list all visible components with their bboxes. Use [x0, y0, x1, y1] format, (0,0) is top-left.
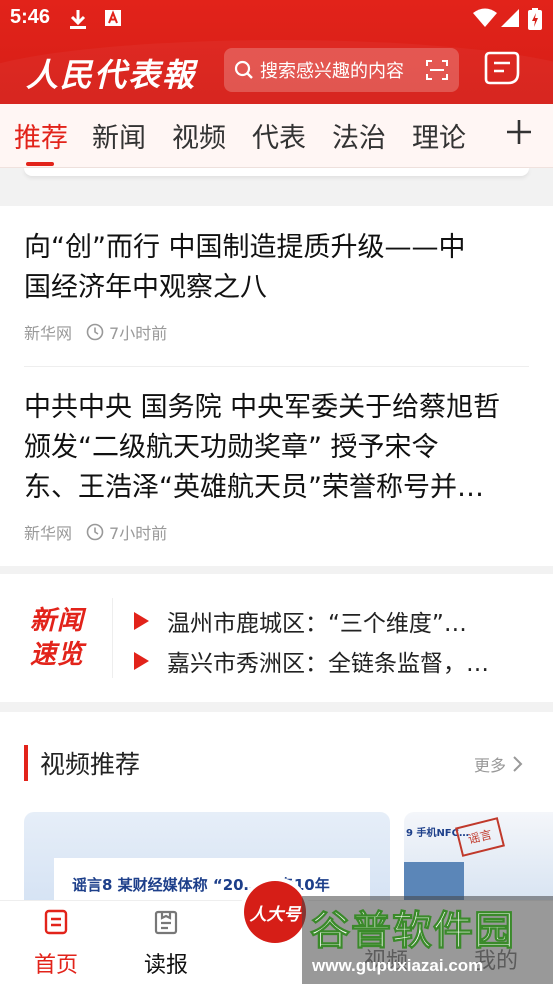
- clock-icon: [86, 323, 104, 341]
- divider: [24, 366, 529, 367]
- nav-home[interactable]: 首页: [26, 909, 86, 979]
- signal-icon: [501, 9, 519, 27]
- nav-read[interactable]: 读报: [136, 909, 196, 979]
- divider: [112, 598, 113, 678]
- news-time: 7小时前: [109, 324, 168, 343]
- watermark-title: 谷普软件园: [310, 908, 515, 955]
- wifi-icon: [473, 8, 497, 27]
- active-tab-indicator: [26, 162, 54, 166]
- app-logo: 人民代表報: [26, 56, 197, 94]
- search-icon: [234, 60, 253, 79]
- battery-icon: [528, 8, 542, 30]
- news-title-line: 颁发“二级航天功勋奖章” 授予宋令: [24, 432, 439, 463]
- play-triangle-icon: [134, 612, 149, 630]
- status-time: 5:46: [10, 6, 51, 28]
- watermark-url: www.gupuxiazai.com: [312, 956, 484, 975]
- play-triangle-icon: [134, 652, 149, 670]
- news-item[interactable]: 向“创”而行 中国制造提质升级——中 国经济年中观察之八 新华网 7小时前: [24, 228, 529, 344]
- news-flash-text: 嘉兴市秀洲区：全链条监督，…: [167, 651, 489, 677]
- nav-center-button[interactable]: 人大号: [240, 877, 310, 947]
- news-title-line: 向“创”而行 中国制造提质升级——中: [24, 232, 466, 263]
- tab-theory[interactable]: 理论: [412, 116, 466, 155]
- tab-news[interactable]: 新闻: [92, 116, 146, 155]
- news-flash: 新闻 速览 温州市鹿城区：“三个维度”… 嘉兴市秀洲区：全链条监督，…: [0, 574, 553, 702]
- scan-icon[interactable]: [425, 59, 449, 81]
- news-meta: 新华网 7小时前: [24, 520, 529, 544]
- news-title-line: 中共中央 国务院 中央军委关于给蔡旭哲: [24, 392, 501, 423]
- home-doc-icon: [44, 909, 68, 935]
- news-flash-logo-line: 新闻: [30, 606, 85, 636]
- search-input[interactable]: 搜索感兴趣的内容: [224, 48, 459, 92]
- site-watermark: 谷普软件园 www.gupuxiazai.com: [302, 896, 553, 984]
- video-recommend-section: 视频推荐 更多 谣言8 某财经媒体称 “20… …专10年 9 手机NFC… 谣…: [0, 712, 553, 902]
- section-accent-bar: [24, 745, 28, 781]
- news-item[interactable]: 中共中央 国务院 中央军委关于给蔡旭哲 颁发“二级航天功勋奖章” 授予宋令 东、…: [24, 388, 529, 544]
- tab-law[interactable]: 法治: [332, 116, 386, 155]
- chevron-right-icon: [513, 756, 523, 772]
- news-title-line: 东、王浩泽“英雄航天员”荣誉称号并…: [24, 472, 484, 503]
- menu-icon[interactable]: [484, 51, 520, 85]
- nav-read-label: 读报: [143, 953, 188, 978]
- center-logo: 人大号: [244, 881, 306, 943]
- news-flash-item[interactable]: 温州市鹿城区：“三个维度”…: [134, 604, 529, 638]
- download-icon: [70, 10, 86, 29]
- tab-deputies[interactable]: 代表: [252, 116, 306, 155]
- more-label: 更多: [474, 756, 507, 775]
- section-title: 视频推荐: [40, 750, 141, 779]
- status-bar: 5:46: [0, 0, 553, 36]
- news-title[interactable]: 向“创”而行 中国制造提质升级——中 国经济年中观察之八: [24, 228, 529, 308]
- search-placeholder: 搜索感兴趣的内容: [260, 61, 404, 82]
- news-title-line: 国经济年中观察之八: [24, 272, 267, 303]
- tab-recommend[interactable]: 推荐: [14, 116, 68, 155]
- channel-tabs: 推荐 新闻 视频 代表 法治 理论: [0, 104, 553, 168]
- tab-video[interactable]: 视频: [172, 116, 226, 155]
- news-list: 向“创”而行 中国制造提质升级——中 国经济年中观察之八 新华网 7小时前 中共…: [0, 206, 553, 566]
- news-flash-item[interactable]: 嘉兴市秀洲区：全链条监督，…: [134, 644, 529, 678]
- news-flash-text: 温州市鹿城区：“三个维度”…: [167, 611, 467, 637]
- newspaper-icon: [154, 910, 178, 935]
- news-title[interactable]: 中共中央 国务院 中央军委关于给蔡旭哲 颁发“二级航天功勋奖章” 授予宋令 东、…: [24, 388, 529, 508]
- previous-card-edge: [24, 168, 529, 176]
- add-channel-icon[interactable]: [505, 118, 533, 146]
- news-time: 7小时前: [109, 524, 168, 543]
- news-source: 新华网: [24, 324, 73, 343]
- clock-icon: [86, 523, 104, 541]
- app-notification-icon: [105, 10, 121, 26]
- news-meta: 新华网 7小时前: [24, 320, 529, 344]
- video-card[interactable]: 谣言8 某财经媒体称 “20… …专10年: [24, 812, 390, 902]
- news-flash-logo: 新闻 速览: [30, 604, 96, 672]
- app-header: 5:46 人民代表報 搜索感兴趣的内容: [0, 0, 553, 104]
- news-flash-logo-line: 速览: [30, 640, 85, 670]
- news-source: 新华网: [24, 524, 73, 543]
- more-link[interactable]: 更多: [474, 752, 524, 776]
- video-card[interactable]: 9 手机NFC… 谣言: [404, 812, 553, 902]
- nav-home-label: 首页: [33, 953, 78, 978]
